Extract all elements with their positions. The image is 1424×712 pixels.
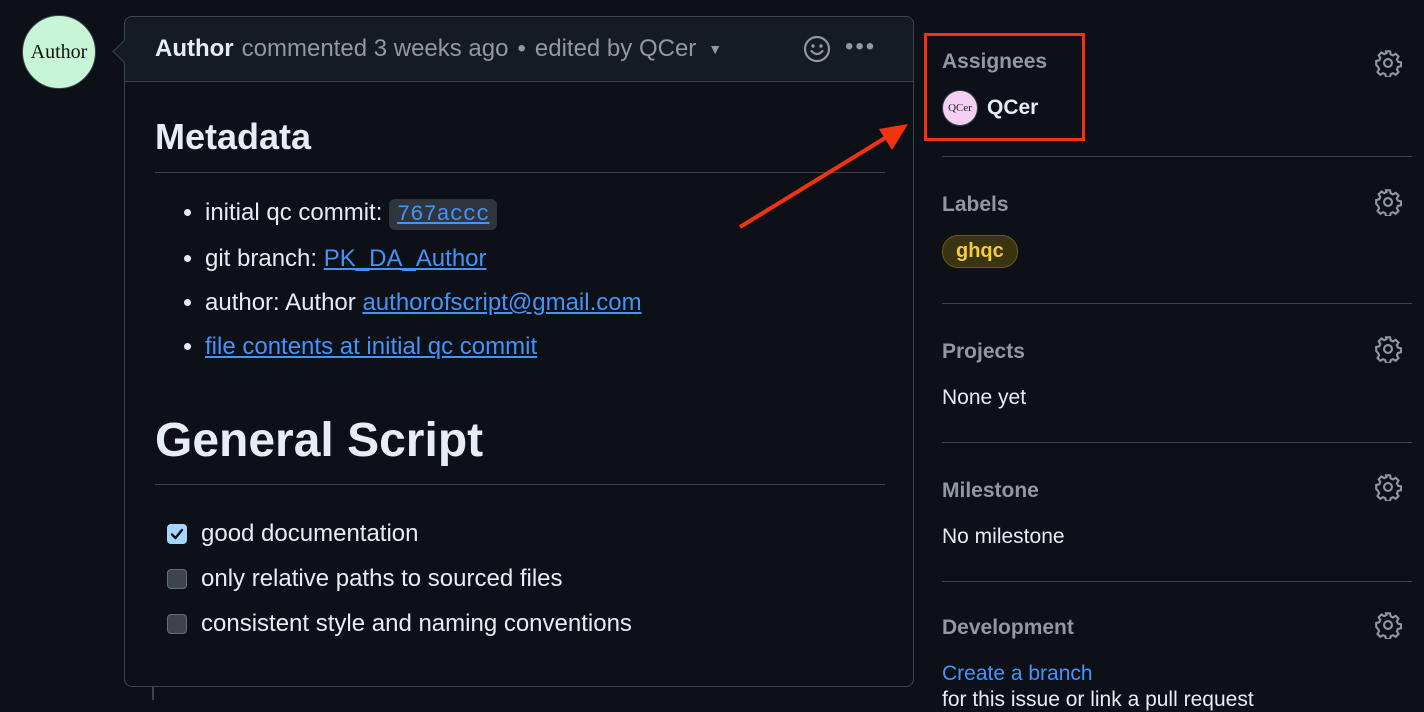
more-options-icon[interactable]: ••• — [845, 33, 876, 61]
checklist: good documentation only relative paths t… — [167, 511, 885, 646]
assignee-avatar: QCer — [942, 90, 978, 126]
checkbox[interactable] — [167, 568, 187, 589]
gear-icon[interactable] — [1374, 49, 1402, 77]
labels-section: Labels ghqc — [942, 157, 1412, 304]
projects-section: Projects None yet — [942, 304, 1412, 443]
milestone-section: Milestone No milestone — [942, 443, 1412, 582]
edited-by-menu[interactable]: edited by QCer — [535, 35, 696, 63]
development-title[interactable]: Development — [942, 582, 1412, 640]
milestone-title[interactable]: Milestone — [942, 443, 1412, 503]
chevron-down-icon[interactable]: ▼ — [708, 41, 722, 57]
checklist-label: only relative paths to sourced files — [201, 564, 563, 592]
list-item: author: Author authorofscript@gmail.com — [205, 281, 885, 325]
projects-value: None yet — [942, 386, 1027, 409]
timeline-line — [152, 686, 154, 700]
comment-author-link[interactable]: Author — [155, 35, 234, 63]
checklist-label: good documentation — [201, 519, 419, 547]
commit-code: 767accc — [389, 199, 498, 230]
list-item: file contents at initial qc commit — [205, 325, 885, 369]
list-item: git branch: PK_DA_Author — [205, 237, 885, 281]
commit-link[interactable]: 767accc — [397, 202, 489, 227]
comment-action: commented 3 weeks ago — [241, 35, 509, 62]
assignees-title[interactable]: Assignees — [942, 32, 1412, 74]
annotation-arrow — [738, 124, 908, 229]
gear-icon[interactable] — [1374, 611, 1402, 639]
comment-header: Author commented 3 weeks ago • edited by… — [125, 17, 913, 82]
create-branch-link[interactable]: Create a branch — [942, 662, 1412, 686]
metadata-label: author: Author — [205, 289, 356, 316]
projects-title[interactable]: Projects — [942, 304, 1412, 364]
author-email-link[interactable]: authorofscript@gmail.com — [362, 289, 641, 316]
label-badge[interactable]: ghqc — [942, 235, 1018, 268]
issue-sidebar: Assignees QCer QCer Labels ghqc Projects… — [942, 32, 1412, 692]
file-contents-link[interactable]: file contents at initial qc commit — [205, 333, 537, 360]
assignee-entry[interactable]: QCer QCer — [942, 90, 1412, 126]
labels-title[interactable]: Labels — [942, 157, 1412, 217]
checklist-label: consistent style and naming conventions — [201, 609, 632, 637]
checkbox[interactable] — [167, 613, 187, 634]
separator-dot: • — [517, 35, 526, 62]
author-avatar[interactable]: Author — [22, 15, 96, 89]
metadata-label: git branch: — [205, 245, 318, 272]
development-section: Development Create a branch — [942, 582, 1412, 692]
checklist-item: only relative paths to sourced files — [167, 556, 885, 601]
assignee-name[interactable]: QCer — [987, 96, 1038, 120]
gear-icon[interactable] — [1374, 188, 1402, 216]
branch-link[interactable]: PK_DA_Author — [324, 245, 487, 272]
milestone-value: No milestone — [942, 525, 1065, 548]
gear-icon[interactable] — [1374, 335, 1402, 363]
gear-icon[interactable] — [1374, 473, 1402, 501]
development-subtext: for this issue or link a pull request — [942, 688, 1254, 711]
checkmark-icon — [170, 528, 184, 539]
checkbox-checked[interactable] — [167, 523, 187, 544]
checklist-item: consistent style and naming conventions — [167, 601, 885, 646]
checklist-item: good documentation — [167, 511, 885, 556]
add-reaction-icon[interactable] — [803, 35, 831, 63]
metadata-label: initial qc commit: — [205, 199, 383, 226]
general-script-heading: General Script — [155, 413, 885, 485]
assignees-section: Assignees QCer QCer — [942, 32, 1412, 157]
